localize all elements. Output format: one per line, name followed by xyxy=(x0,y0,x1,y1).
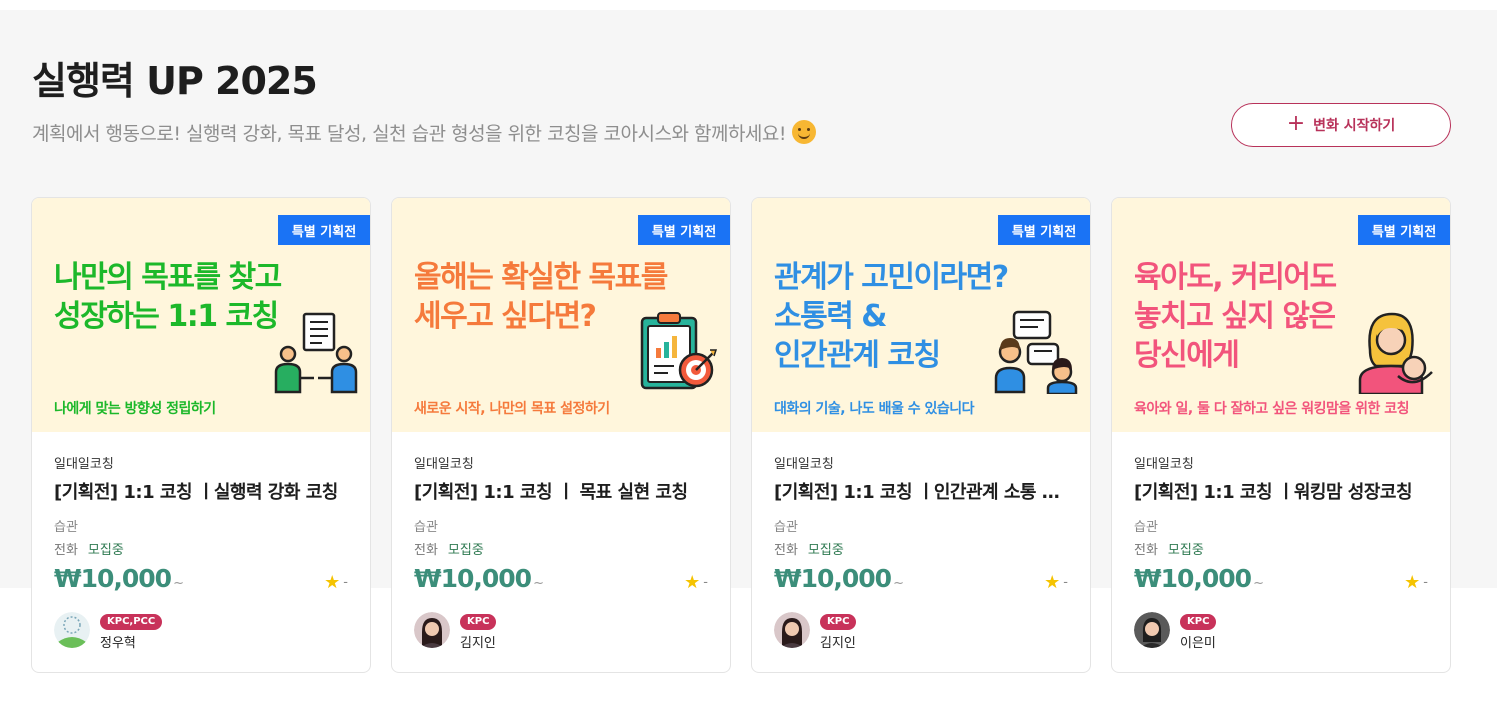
card-category: 일대일코칭 xyxy=(54,457,114,472)
session-method: 전화 xyxy=(1134,543,1158,558)
card-tag: 습관 xyxy=(414,520,438,535)
card-rating: ★ - xyxy=(684,572,708,593)
card-price: ₩10,000 ~ xyxy=(774,564,904,593)
special-exhibition-badge: 특별 기획전 xyxy=(278,215,370,245)
coach-certification-badge: KPC,PCC xyxy=(100,614,163,630)
session-method: 전화 xyxy=(414,543,438,558)
mother-baby-icon xyxy=(1358,312,1433,394)
card-price: ₩10,000 ~ xyxy=(1134,564,1264,593)
banner-headline: 관계가 고민이라면? 소통력 & 인간관계 코칭 xyxy=(774,260,1009,373)
banner-tagline: 육아와 일, 둘 다 잘하고 싶은 워킹맘을 위한 코칭 xyxy=(1134,401,1410,417)
card-meta: 전화 모집중 xyxy=(774,539,1068,558)
start-change-button[interactable]: + 변화 시작하기 xyxy=(1231,103,1451,147)
card-rating: ★ - xyxy=(324,572,348,593)
subtitle-text: 계획에서 행동으로! 실행력 강화, 목표 달성, 실천 습관 형성을 위한 코… xyxy=(32,123,787,145)
card-title[interactable]: [기획전] 1:1 코칭 ㅣ 목표 실현 코칭 xyxy=(414,478,708,504)
card-title[interactable]: [기획전] 1:1 코칭 ㅣ워킹맘 성장코칭 xyxy=(1134,478,1428,504)
goal-clipboard-target-icon xyxy=(640,312,718,390)
card-meta: 전화 모집중 xyxy=(1134,539,1428,558)
special-exhibition-badge: 특별 기획전 xyxy=(638,215,730,245)
avatar[interactable] xyxy=(1134,612,1170,648)
price-suffix: ~ xyxy=(893,576,904,591)
price-value: ₩10,000 xyxy=(774,564,892,593)
program-card-goal-setting[interactable]: 특별 기획전 올해는 확실한 목표를 세우고 싶다면? 새로운 시작, 나만의 … xyxy=(391,197,731,673)
card-rating: ★ - xyxy=(1044,572,1068,593)
card-title[interactable]: [기획전] 1:1 코칭 ㅣ실행력 강화 코칭 xyxy=(54,478,348,504)
rating-value: - xyxy=(1063,575,1068,590)
special-exhibition-badge: 특별 기획전 xyxy=(998,215,1090,245)
recruit-status: 모집중 xyxy=(447,543,484,558)
page-title: 실행력 UP 2025 xyxy=(32,59,318,103)
card-info: 일대일코칭 [기획전] 1:1 코칭 ㅣ워킹맘 성장코칭 습관 전화 모집중 xyxy=(1134,453,1428,558)
banner-tagline: 나에게 맞는 방향성 정립하기 xyxy=(54,401,216,417)
card-meta: 전화 모집중 xyxy=(54,539,348,558)
banner-tagline: 대화의 기술, 나도 배울 수 있습니다 xyxy=(774,401,975,417)
card-banner[interactable]: 특별 기획전 올해는 확실한 목표를 세우고 싶다면? 새로운 시작, 나만의 … xyxy=(392,198,730,432)
rating-value: - xyxy=(703,575,708,590)
program-card-goal-growth[interactable]: 특별 기획전 나만의 목표를 찾고 성장하는 1:1 코칭 나에게 맞는 방향성… xyxy=(31,197,371,673)
card-price: ₩10,000 ~ xyxy=(54,564,184,593)
coach-certification-badge: KPC xyxy=(1180,614,1217,630)
card-banner[interactable]: 특별 기획전 육아도, 커리어도 놓치고 싶지 않은 당신에게 육아와 일, 둘… xyxy=(1112,198,1450,432)
card-category: 일대일코칭 xyxy=(774,457,834,472)
star-icon: ★ xyxy=(684,572,701,593)
banner-headline: 육아도, 커리어도 놓치고 싶지 않은 당신에게 xyxy=(1134,260,1337,373)
card-price: ₩10,000 ~ xyxy=(414,564,544,593)
star-icon: ★ xyxy=(324,572,341,593)
card-banner[interactable]: 특별 기획전 나만의 목표를 찾고 성장하는 1:1 코칭 나에게 맞는 방향성… xyxy=(32,198,370,432)
card-tag: 습관 xyxy=(54,520,78,535)
price-value: ₩10,000 xyxy=(54,564,172,593)
card-rating: ★ - xyxy=(1404,572,1428,593)
card-title[interactable]: [기획전] 1:1 코칭 ㅣ인간관계 소통 코칭 xyxy=(774,478,1068,504)
recruit-status: 모집중 xyxy=(87,543,124,558)
recruit-status: 모집중 xyxy=(1167,543,1204,558)
card-category: 일대일코칭 xyxy=(414,457,474,472)
special-exhibition-badge: 특별 기획전 xyxy=(1358,215,1450,245)
banner-tagline: 새로운 시작, 나만의 목표 설정하기 xyxy=(414,401,610,417)
star-icon: ★ xyxy=(1044,572,1061,593)
avatar[interactable] xyxy=(774,612,810,648)
program-card-relationship[interactable]: 특별 기획전 관계가 고민이라면? 소통력 & 인간관계 코칭 대화의 기술, … xyxy=(751,197,1091,673)
card-tag: 습관 xyxy=(1134,520,1158,535)
price-value: ₩10,000 xyxy=(414,564,532,593)
program-card-working-mom[interactable]: 특별 기획전 육아도, 커리어도 놓치고 싶지 않은 당신에게 육아와 일, 둘… xyxy=(1111,197,1451,673)
coach-certification-badge: KPC xyxy=(460,614,497,630)
price-suffix: ~ xyxy=(533,576,544,591)
price-value: ₩10,000 xyxy=(1134,564,1252,593)
coach-name: 김지인 xyxy=(460,636,496,651)
session-method: 전화 xyxy=(774,543,798,558)
card-meta: 전화 모집중 xyxy=(414,539,708,558)
card-tag: 습관 xyxy=(774,520,798,535)
card-info: 일대일코칭 [기획전] 1:1 코칭 ㅣ 목표 실현 코칭 습관 전화 모집중 xyxy=(414,453,708,558)
recruit-status: 모집중 xyxy=(807,543,844,558)
coach-name: 김지인 xyxy=(820,636,856,651)
card-info: 일대일코칭 [기획전] 1:1 코칭 ㅣ실행력 강화 코칭 습관 전화 모집중 xyxy=(54,453,348,558)
coaching-meeting-illustration-icon xyxy=(274,312,358,394)
start-change-label: 변화 시작하기 xyxy=(1313,118,1396,134)
page-subtitle: 계획에서 행동으로! 실행력 강화, 목표 달성, 실천 습관 형성을 위한 코… xyxy=(32,119,817,146)
plus-icon: + xyxy=(1286,110,1306,136)
avatar[interactable] xyxy=(414,612,450,648)
coach-name: 정우혁 xyxy=(100,636,136,651)
conversation-people-icon xyxy=(994,310,1078,394)
avatar[interactable] xyxy=(54,612,90,648)
card-category: 일대일코칭 xyxy=(1134,457,1194,472)
card-banner[interactable]: 특별 기획전 관계가 고민이라면? 소통력 & 인간관계 코칭 대화의 기술, … xyxy=(752,198,1090,432)
banner-headline: 나만의 목표를 찾고 성장하는 1:1 코칭 xyxy=(54,260,282,334)
rating-value: - xyxy=(1423,575,1428,590)
price-suffix: ~ xyxy=(173,576,184,591)
banner-headline: 올해는 확실한 목표를 세우고 싶다면? xyxy=(414,260,668,334)
coach-certification-badge: KPC xyxy=(820,614,857,630)
price-suffix: ~ xyxy=(1253,576,1264,591)
rating-value: - xyxy=(343,575,348,590)
card-info: 일대일코칭 [기획전] 1:1 코칭 ㅣ인간관계 소통 코칭 습관 전화 모집중 xyxy=(774,453,1068,558)
star-icon: ★ xyxy=(1404,572,1421,593)
smile-emoji-icon xyxy=(792,120,817,144)
session-method: 전화 xyxy=(54,543,78,558)
coach-name: 이은미 xyxy=(1180,636,1216,651)
